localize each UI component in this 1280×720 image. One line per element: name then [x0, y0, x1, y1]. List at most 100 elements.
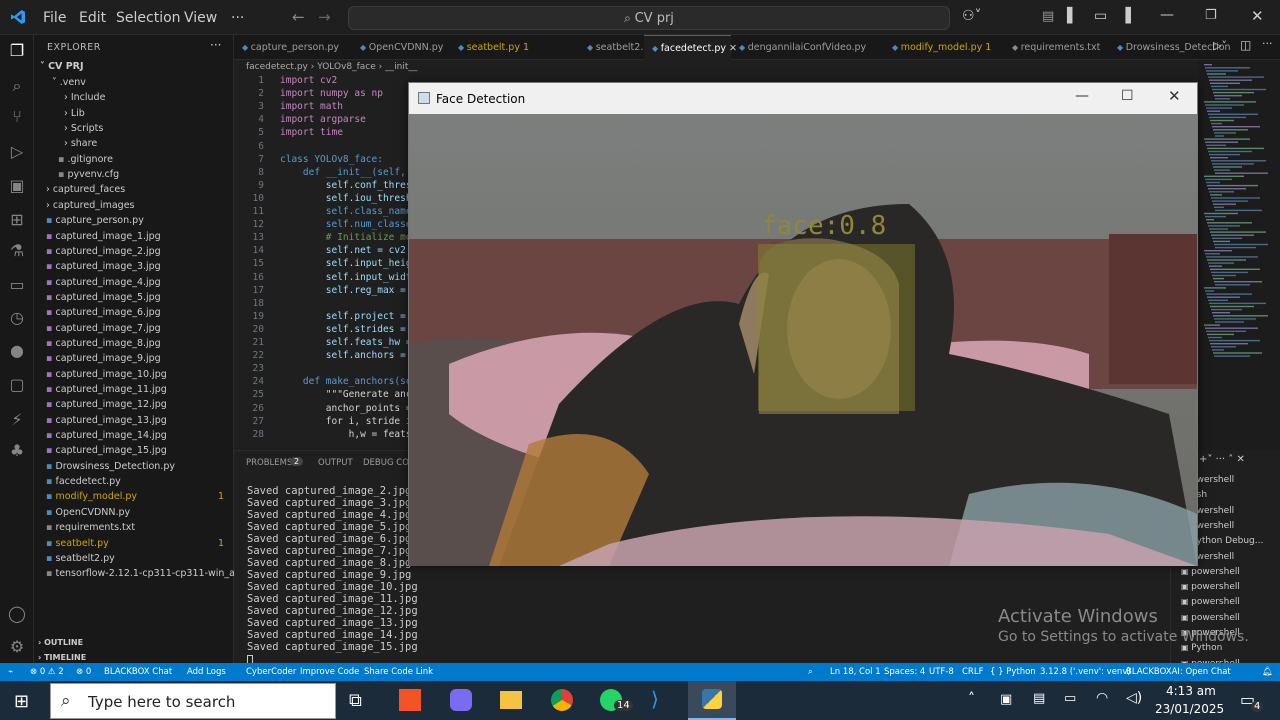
tray-wifi-icon[interactable]: ◠	[1096, 690, 1108, 706]
fd-maximize-icon[interactable]: ☐	[1121, 88, 1134, 104]
code-line[interactable]: import numpy as np	[280, 88, 383, 99]
tree-item[interactable]: › Lib	[64, 106, 85, 121]
code-line[interactable]: self.reg_max = 1	[280, 285, 418, 296]
menu-file[interactable]: File	[43, 10, 66, 26]
code-line[interactable]: class YOLOv8_face:	[280, 154, 383, 165]
clock-date[interactable]: 23/01/2025	[1155, 702, 1224, 716]
tab-2[interactable]: ◆ seatbelt.py 1	[450, 35, 579, 60]
tray-display-icon[interactable]: ▤	[1033, 691, 1045, 706]
code-line[interactable]: h,w = feats_	[280, 429, 418, 440]
editor-more-icon[interactable]: ···	[1262, 37, 1273, 50]
testing-icon[interactable]: ⚗	[7, 241, 27, 261]
terminal-instance[interactable]: ▣ powershell	[1181, 567, 1240, 577]
tree-item[interactable]: ▪ capture_person.py	[46, 213, 144, 228]
breadcrumb-method[interactable]: __init__	[385, 62, 417, 72]
tray-battery-icon[interactable]: ▭	[1064, 691, 1076, 706]
tray-meet-icon[interactable]: ▣	[1000, 692, 1012, 707]
outline-section[interactable]: › OUTLINE	[38, 635, 83, 650]
terminal-instance[interactable]: ▣ powershell	[1181, 582, 1240, 592]
tab-4[interactable]: ◆ facedetect.py ✕	[644, 35, 737, 60]
tray-volume-icon[interactable]: ◁)	[1126, 690, 1142, 706]
split-editor-icon[interactable]: ◫	[1240, 38, 1251, 52]
status-ports[interactable]: ⊗ 0	[76, 667, 91, 677]
code-line[interactable]: self.input_width	[280, 272, 418, 283]
run-icon[interactable]: ▷˅	[1213, 39, 1227, 52]
copilot-icon[interactable]: ⚇˅	[962, 8, 982, 24]
tree-item[interactable]: ▪ captured_image_6.jpg	[46, 305, 161, 320]
tree-item[interactable]: ▪ captured_image_3.jpg	[46, 259, 161, 274]
status-eol[interactable]: CRLF	[962, 667, 983, 677]
status-blackboxai[interactable]: BLACKBOXAI: Open Chat	[1126, 667, 1231, 677]
minimap[interactable]	[1198, 60, 1280, 450]
tree-item[interactable]: ▪ captured_image_7.jpg	[46, 321, 161, 336]
minimize-icon[interactable]: —	[1160, 7, 1174, 23]
status-cursor-position[interactable]: Ln 18, Col 1	[830, 667, 881, 677]
python-app-active[interactable]	[688, 681, 736, 720]
status-interpreter[interactable]: 3.12.8 ('.venv': venv)	[1040, 667, 1131, 677]
remote-explorer-icon[interactable]: ▣	[7, 176, 27, 196]
fd-close-icon[interactable]: ✕	[1168, 87, 1181, 105]
tab-3[interactable]: ◆ seatbelt2.py	[579, 35, 655, 60]
code-line[interactable]: self.iou_thresho	[280, 193, 418, 204]
forward-arrow-icon[interactable]: →	[318, 8, 331, 26]
code-line[interactable]: def make_anchors(sel	[280, 376, 417, 387]
code-line[interactable]: self.num_classes	[280, 219, 418, 230]
status-share-code[interactable]: Share Code Link	[364, 667, 433, 677]
folder-icon[interactable]: ▭	[7, 275, 27, 295]
status-improve-code[interactable]: Improve Code	[300, 667, 359, 677]
status-cybercoder[interactable]: CyberCoder	[246, 667, 296, 677]
back-arrow-icon[interactable]: ←	[292, 8, 305, 26]
tab-6[interactable]: ◆ modify_model.py 1	[884, 35, 1004, 60]
menu-edit[interactable]: Edit	[79, 10, 106, 26]
toggle-sidebar-icon[interactable]: ▌	[1067, 8, 1078, 24]
code-line[interactable]: anchor_points =	[280, 403, 412, 414]
status-encoding[interactable]: UTF-8	[929, 667, 954, 677]
vscode-taskbar-icon[interactable]: ⟩	[651, 687, 659, 711]
tree-item[interactable]: ▪ captured_image_4.jpg	[46, 275, 161, 290]
code-line[interactable]: self.class_names	[280, 206, 418, 217]
task-view-icon[interactable]: ⧉	[349, 690, 362, 711]
tree-item[interactable]: ▪ OpenCVDNN.py	[46, 505, 130, 520]
layout-icon[interactable]: ▤	[1042, 9, 1054, 24]
code-line[interactable]: def __init__(self, p	[280, 167, 417, 178]
tree-item[interactable]: ▪ tensorflow-2.12.1-cp311-cp311-win_amd6…	[46, 566, 265, 581]
tree-item[interactable]: › share	[64, 136, 97, 151]
code-line[interactable]: self.project = n	[280, 311, 418, 322]
fd-minimize-icon[interactable]: —	[1075, 88, 1089, 104]
command-center[interactable]: ⌕ CV prj	[348, 6, 950, 30]
tree-item[interactable]: ▪ captured_image_12.jpg	[46, 397, 167, 412]
search-view-icon[interactable]: ⌕	[7, 76, 27, 96]
menu-view[interactable]: View	[184, 10, 217, 26]
status-errors[interactable]: ⊗ 0 ⚠ 2	[30, 667, 64, 677]
code-line[interactable]: import math	[280, 101, 343, 112]
tab-0[interactable]: ◆ capture_person.py	[234, 35, 352, 60]
taskbar-search-box[interactable]: ⌕ Type here to search	[50, 683, 336, 719]
status-blackbox-chat[interactable]: BLACKBOX Chat	[104, 667, 172, 677]
tab-output[interactable]: OUTPUT	[318, 458, 353, 468]
breadcrumb-class[interactable]: YOLOv8_face	[317, 62, 376, 72]
run-debug-icon[interactable]: ▷	[7, 142, 27, 162]
tree-item[interactable]: ˅ .venv	[52, 75, 86, 90]
tree-item[interactable]: ▪ captured_image_5.jpg	[46, 290, 161, 305]
extensions-icon[interactable]: ⊞	[7, 210, 27, 230]
tree-item[interactable]: ▪ seatbelt2.py	[46, 551, 115, 566]
code-line[interactable]: self.input_heigh	[280, 258, 418, 269]
tree-item[interactable]: ▪ captured_image_10.jpg	[46, 367, 167, 382]
tree-item[interactable]: ▪ captured_image_8.jpg	[46, 336, 161, 351]
code-line[interactable]: self.strides = (	[280, 324, 418, 335]
zoom-icon[interactable]: ⌕	[808, 667, 813, 677]
chat-icon[interactable]: ▢	[7, 375, 27, 395]
settings-gear-icon[interactable]: ⚙	[7, 637, 27, 657]
tree-item[interactable]: › captured_faces	[46, 182, 125, 197]
account-icon[interactable]: ◯	[7, 604, 27, 624]
tab-1[interactable]: ◆ OpenCVDNN.py	[352, 35, 450, 60]
restore-icon[interactable]: ❐	[1205, 8, 1217, 23]
code-line[interactable]: self.net = cv2.d	[280, 245, 418, 256]
tree-item[interactable]: ▪ captured_image_13.jpg	[46, 413, 167, 428]
face-detection-window[interactable]: Face Detection — ☐ ✕ face:0.8	[408, 82, 1198, 566]
code-line[interactable]: import argparse	[280, 114, 366, 125]
github-icon[interactable]: ●	[7, 341, 27, 361]
code-line[interactable]: self.conf_thresh	[280, 180, 418, 191]
status-indent[interactable]: Spaces: 4	[884, 667, 925, 677]
tree-item[interactable]: › Include	[64, 90, 105, 105]
